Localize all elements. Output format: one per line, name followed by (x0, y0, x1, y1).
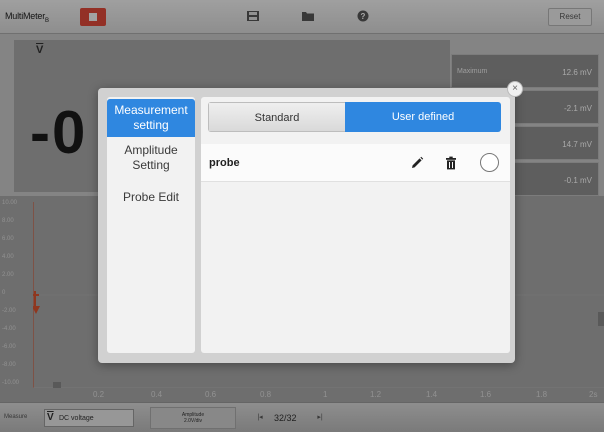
sidebar-item-label: Probe Edit (122, 190, 180, 204)
sidebar-item-amplitude-setting[interactable]: Amplitude Setting (107, 141, 195, 177)
probe-row[interactable]: probe (201, 144, 510, 182)
tab-standard[interactable]: Standard (208, 102, 345, 132)
probe-name: probe (209, 157, 240, 169)
tab-user-defined[interactable]: User defined (345, 102, 501, 132)
dialog-content (201, 97, 510, 353)
dialog-sidebar: Measurement setting Amplitude Setting Pr… (107, 97, 195, 353)
probe-type-toggle: Standard User defined (208, 102, 501, 132)
sidebar-item-label: Amplitude Setting (124, 143, 178, 172)
pencil-icon[interactable] (410, 156, 424, 170)
trash-icon[interactable] (444, 156, 458, 170)
sidebar-item-measurement-setting[interactable]: Measurement setting (107, 99, 195, 137)
sidebar-item-probe-edit[interactable]: Probe Edit (107, 190, 195, 210)
probe-select-radio[interactable] (480, 153, 499, 172)
close-icon[interactable]: × (507, 81, 523, 97)
sidebar-item-label: Measurement setting (114, 103, 188, 132)
